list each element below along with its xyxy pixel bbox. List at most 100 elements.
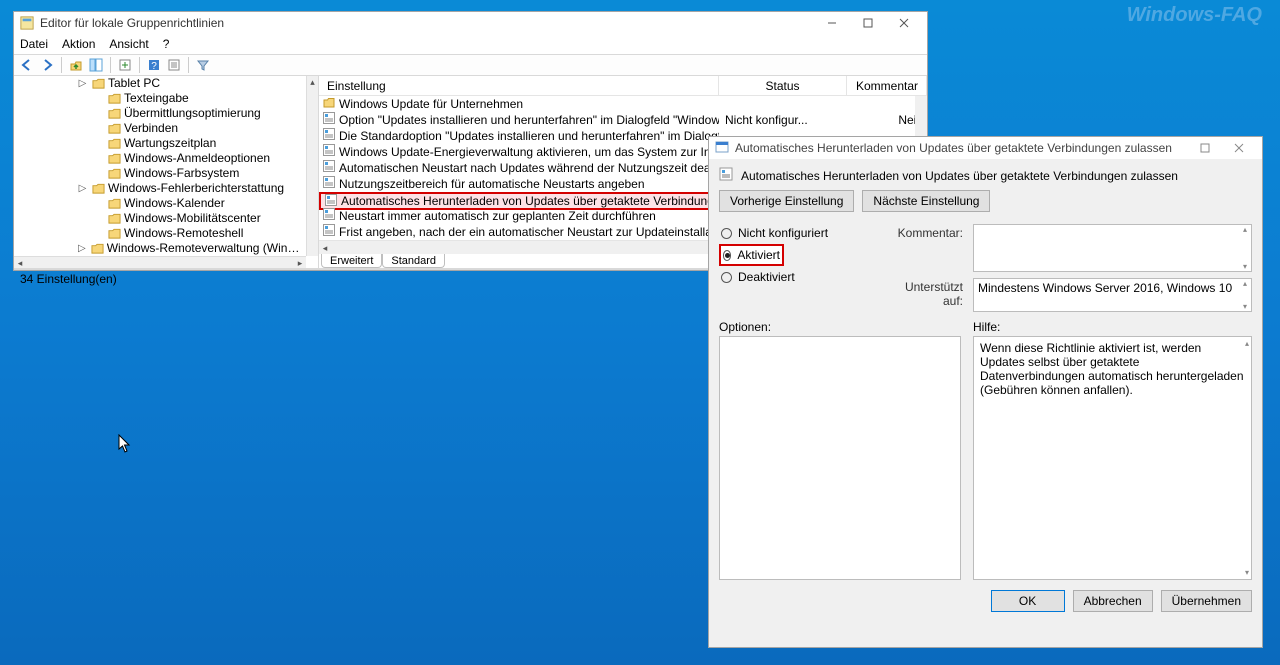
gpedit-toolbar: ?: [14, 54, 927, 76]
tree-item-label: Windows-Anmeldeoptionen: [124, 151, 270, 166]
tree-item[interactable]: Windows-Mobilitätscenter: [14, 211, 306, 226]
minimize-button[interactable]: [815, 13, 849, 33]
expand-icon[interactable]: ▷: [78, 244, 86, 253]
radio-disabled[interactable]: Deaktiviert: [719, 268, 879, 286]
expand-icon[interactable]: ▷: [78, 184, 87, 193]
folder-icon: [108, 211, 121, 226]
next-setting-button[interactable]: Nächste Einstellung: [862, 190, 990, 212]
tree-item[interactable]: Übermittlungsoptimierung: [14, 106, 306, 121]
cancel-button[interactable]: Abbrechen: [1073, 590, 1153, 612]
menu-file[interactable]: Datei: [20, 37, 48, 51]
show-hide-tree-icon[interactable]: [87, 56, 105, 74]
list-row[interactable]: Option "Updates installieren und herunte…: [319, 112, 927, 128]
help-icon[interactable]: ?: [145, 56, 163, 74]
help-label: Hilfe:: [973, 320, 1252, 334]
comment-label: Kommentar:: [887, 224, 967, 272]
dialog-heading-row: Automatisches Herunterladen von Updates …: [709, 159, 1262, 190]
tree-item[interactable]: Windows-Anmeldeoptionen: [14, 151, 306, 166]
up-folder-icon[interactable]: [67, 56, 85, 74]
tree-item[interactable]: ▷Windows-Remoteverwaltung (Windows Remot…: [14, 241, 306, 256]
setting-icon: [323, 128, 335, 144]
tab-standard[interactable]: Standard: [382, 254, 445, 268]
menu-action[interactable]: Aktion: [62, 37, 95, 51]
tree-item-label: Windows-Fehlerberichterstattung: [108, 181, 284, 196]
row-label: Windows Update-Energieverwaltung aktivie…: [339, 144, 719, 160]
tree-spacer: [94, 124, 103, 133]
comment-field[interactable]: ▴▾: [973, 224, 1252, 272]
close-button[interactable]: [887, 13, 921, 33]
tree-item-label: Texteingabe: [124, 91, 189, 106]
folder-icon: [108, 226, 121, 241]
filter-icon[interactable]: [194, 56, 212, 74]
folder-icon: [92, 76, 105, 91]
tree-item[interactable]: Windows-Farbsystem: [14, 166, 306, 181]
column-status[interactable]: Status: [719, 76, 847, 95]
list-row[interactable]: Windows Update für Unternehmen: [319, 96, 927, 112]
gpedit-icon: [20, 16, 34, 30]
nav-forward-icon[interactable]: [38, 56, 56, 74]
scroll-up-icon[interactable]: ▴: [1245, 339, 1249, 348]
row-label: Automatischen Neustart nach Updates währ…: [339, 160, 719, 176]
tree-item-label: Windows-Kalender: [124, 196, 225, 211]
properties-icon[interactable]: [165, 56, 183, 74]
nav-back-icon[interactable]: [18, 56, 36, 74]
separator: [139, 57, 140, 73]
supported-label: Unterstützt auf:: [887, 278, 967, 312]
gpedit-titlebar[interactable]: Editor für lokale Gruppenrichtlinien: [14, 12, 927, 34]
apply-button[interactable]: Übernehmen: [1161, 590, 1252, 612]
tree-item[interactable]: Verbinden: [14, 121, 306, 136]
tree-item[interactable]: ▷ Tablet PC: [14, 76, 306, 91]
tree-spacer: [94, 139, 103, 148]
policy-tree[interactable]: ▷ Tablet PCTexteingabeÜbermittlungsoptimi…: [14, 76, 319, 268]
setting-icon: [323, 208, 335, 224]
dialog-titlebar[interactable]: Automatisches Herunterladen von Updates …: [709, 137, 1262, 159]
setting-icon: [323, 160, 335, 176]
setting-icon: [325, 194, 337, 209]
maximize-button[interactable]: [851, 13, 885, 33]
tree-item[interactable]: Windows-Kalender: [14, 196, 306, 211]
tree-item[interactable]: ▷ Windows-Fehlerberichterstattung: [14, 181, 306, 196]
folder-icon: [108, 151, 121, 166]
tree-item-label: Windows-Mobilitätscenter: [124, 211, 261, 226]
folder-icon: [108, 91, 121, 106]
column-name[interactable]: Einstellung: [319, 76, 719, 95]
radio-icon: [723, 250, 731, 261]
tree-spacer: [94, 94, 103, 103]
watermark: Windows-FAQ: [1127, 4, 1262, 27]
gpedit-menu: Datei Aktion Ansicht ?: [14, 34, 927, 54]
tree-item-label: Tablet PC: [108, 76, 160, 91]
tree-scrollbar-horizontal[interactable]: ◂▸: [14, 256, 306, 268]
dialog-maximize-button[interactable]: [1188, 138, 1222, 158]
policy-setting-icon: [719, 167, 733, 184]
mouse-cursor: [118, 434, 132, 459]
row-label: Windows Update für Unternehmen: [339, 96, 523, 112]
radio-label: Nicht konfiguriert: [738, 226, 828, 240]
folder-icon: [108, 136, 121, 151]
expand-icon[interactable]: ▷: [78, 79, 87, 88]
menu-view[interactable]: Ansicht: [109, 37, 148, 51]
setting-icon: [323, 176, 335, 192]
setting-icon: [323, 144, 335, 160]
tree-spacer: [94, 169, 103, 178]
tab-extended[interactable]: Erweitert: [321, 254, 382, 268]
export-list-icon[interactable]: [116, 56, 134, 74]
radio-not-configured[interactable]: Nicht konfiguriert: [719, 224, 879, 242]
radio-enabled[interactable]: Aktiviert: [719, 244, 784, 266]
row-label: Automatisches Herunterladen von Updates …: [341, 194, 719, 208]
folder-icon: [323, 96, 335, 112]
menu-help[interactable]: ?: [163, 37, 170, 51]
dialog-close-button[interactable]: [1222, 138, 1256, 158]
folder-icon: [108, 121, 121, 136]
previous-setting-button[interactable]: Vorherige Einstellung: [719, 190, 854, 212]
help-pane: Wenn diese Richtlinie aktiviert ist, wer…: [973, 336, 1252, 580]
dialog-icon: [715, 140, 729, 157]
column-comment[interactable]: Kommentar: [847, 76, 927, 95]
tree-item[interactable]: Windows-Remoteshell: [14, 226, 306, 241]
tree-item[interactable]: Wartungszeitplan: [14, 136, 306, 151]
setting-icon: [323, 224, 335, 240]
scroll-down-icon[interactable]: ▾: [1245, 568, 1249, 577]
tree-item[interactable]: Texteingabe: [14, 91, 306, 106]
ok-button[interactable]: OK: [991, 590, 1065, 612]
tree-spacer: [94, 154, 103, 163]
tree-scrollbar-vertical[interactable]: ▴: [306, 76, 318, 256]
